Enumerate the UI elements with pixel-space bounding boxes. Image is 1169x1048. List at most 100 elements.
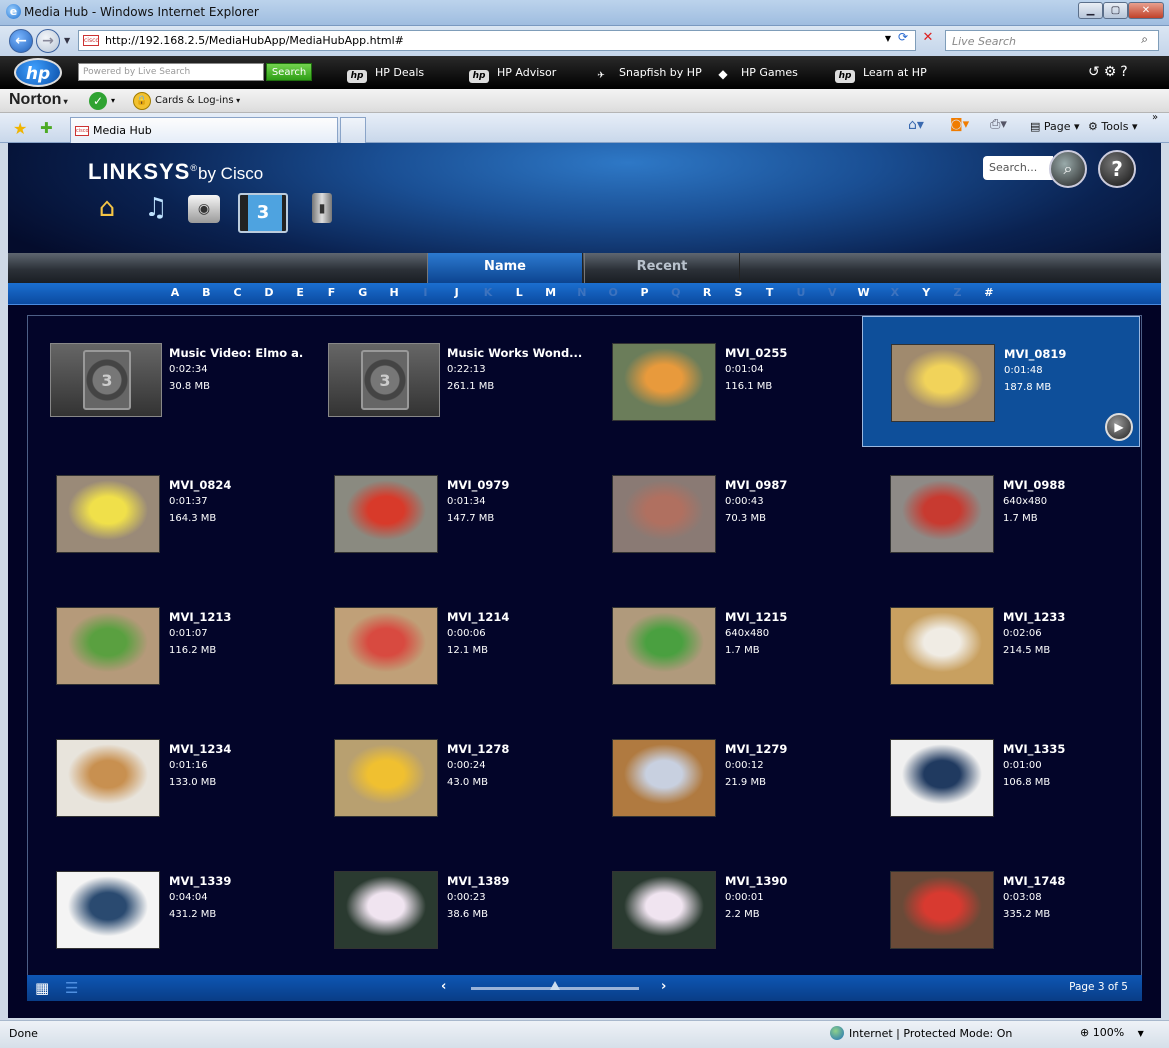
norton-logo[interactable]: Norton ▾ [9, 91, 68, 109]
history-dropdown-icon[interactable]: ▼ [64, 36, 70, 45]
norton-check-dropdown-icon[interactable]: ▾ [111, 96, 115, 105]
video-thumbnail[interactable] [890, 739, 994, 817]
norton-check-icon[interactable]: ✓ [89, 92, 107, 110]
tab-media-hub[interactable]: cisco Media Hub [70, 117, 338, 143]
video-thumbnail[interactable]: 3 [328, 343, 440, 417]
print-icon[interactable]: ⎙▾ [990, 117, 1007, 132]
music-icon[interactable]: ♫ [142, 191, 170, 225]
video-card[interactable]: MVI_1234 0:01:16 133.0 MB [28, 712, 306, 843]
letter-filter-b[interactable]: B [196, 286, 216, 299]
minimize-button[interactable]: ▁ [1078, 2, 1103, 19]
video-thumbnail[interactable] [334, 607, 438, 685]
add-favorite-icon[interactable]: ✚ [40, 119, 53, 137]
live-search-input[interactable]: Live Search ⌕ [945, 30, 1159, 51]
home-icon[interactable]: ⌂▾ [908, 117, 924, 133]
letter-filter-p[interactable]: P [635, 286, 655, 299]
hp-toolbar-settings-icon[interactable]: ↺⚙? [1088, 64, 1132, 80]
letter-filter-r[interactable]: R [697, 286, 717, 299]
cards-logins-button[interactable]: 🔒 Cards & Log-ins ▾ [133, 92, 240, 110]
video-card[interactable]: MVI_0979 0:01:34 147.7 MB [306, 448, 584, 579]
video-card[interactable]: MVI_0824 0:01:37 164.3 MB [28, 448, 306, 579]
letter-filter-m[interactable]: M [541, 286, 561, 299]
help-icon[interactable]: ? [1098, 150, 1136, 188]
back-button[interactable]: ← [9, 29, 33, 53]
grid-view-icon[interactable]: ▦ [35, 979, 49, 997]
maximize-button[interactable]: ▢ [1103, 2, 1128, 19]
letter-filter-h[interactable]: H [384, 286, 404, 299]
security-zone[interactable]: Internet | Protected Mode: On [830, 1026, 1012, 1040]
forward-button[interactable]: → [36, 29, 60, 53]
letter-filter-j[interactable]: J [447, 286, 467, 299]
search-input[interactable]: Search... [983, 156, 1053, 180]
hp-games-link[interactable]: ◆ HP Games [713, 66, 798, 81]
letter-filter-c[interactable]: C [228, 286, 248, 299]
video-thumbnail[interactable] [890, 607, 994, 685]
video-thumbnail[interactable] [612, 739, 716, 817]
search-icon[interactable]: ⌕ [1049, 150, 1087, 188]
video-card[interactable]: MVI_1748 0:03:08 335.2 MB [862, 844, 1140, 975]
hp-search-input[interactable]: Powered by Live Search [78, 63, 264, 81]
play-icon[interactable]: ▶ [1105, 413, 1133, 441]
video-card[interactable]: 3 Music Works Wond... 0:22:13 261.1 MB [306, 316, 584, 447]
close-button[interactable]: ✕ [1128, 2, 1164, 19]
video-thumbnail[interactable] [612, 475, 716, 553]
rss-feed-icon[interactable]: ◙▾ [950, 117, 969, 132]
url-dropdown-icon[interactable]: ▼ [885, 34, 891, 43]
page-slider[interactable] [471, 981, 639, 990]
tools-menu[interactable]: ⚙ Tools ▾ [1088, 120, 1138, 133]
video-card[interactable]: MVI_1278 0:00:24 43.0 MB [306, 712, 584, 843]
video-thumbnail[interactable] [890, 475, 994, 553]
video-thumbnail[interactable] [56, 739, 160, 817]
search-icon[interactable]: ⌕ [1141, 32, 1148, 47]
video-card[interactable]: MVI_1339 0:04:04 431.2 MB [28, 844, 306, 975]
letter-filter-t[interactable]: T [760, 286, 780, 299]
list-view-icon[interactable]: ☰ [65, 979, 78, 997]
hp-logo-icon[interactable]: hp [14, 58, 62, 87]
zoom-level[interactable]: ⊕ 100% ▼ [1080, 1026, 1144, 1039]
video-thumbnail[interactable]: 3 [50, 343, 162, 417]
tab-name[interactable]: Name [427, 253, 583, 283]
home-icon[interactable]: ⌂ [92, 191, 122, 225]
hp-search-button[interactable]: Search [266, 63, 312, 81]
next-page-icon[interactable]: › [661, 979, 666, 994]
video-card[interactable]: MVI_1279 0:00:12 21.9 MB [584, 712, 862, 843]
photos-icon[interactable]: ◉ [188, 195, 220, 223]
video-card[interactable]: MVI_1335 0:01:00 106.8 MB [862, 712, 1140, 843]
video-thumbnail[interactable] [890, 871, 994, 949]
video-thumbnail[interactable] [612, 343, 716, 421]
video-card[interactable]: MVI_0987 0:00:43 70.3 MB [584, 448, 862, 579]
video-thumbnail[interactable] [334, 475, 438, 553]
video-thumbnail[interactable] [891, 344, 995, 422]
devices-icon[interactable]: ▮ [312, 193, 332, 223]
hp-advisor-link[interactable]: hp HP Advisor [469, 66, 556, 83]
video-thumbnail[interactable] [612, 607, 716, 685]
letter-filter-f[interactable]: F [322, 286, 342, 299]
letter-filter-hash[interactable]: # [979, 286, 999, 299]
video-card[interactable]: MVI_1390 0:00:01 2.2 MB [584, 844, 862, 975]
letter-filter-a[interactable]: A [165, 286, 185, 299]
video-thumbnail[interactable] [334, 871, 438, 949]
letter-filter-s[interactable]: S [728, 286, 748, 299]
favorites-star-icon[interactable]: ★ [13, 119, 27, 138]
url-field[interactable]: cisco http://192.168.2.5/MediaHubApp/Med… [78, 30, 916, 51]
previous-page-icon[interactable]: ‹ [441, 979, 446, 994]
slider-thumb[interactable] [550, 981, 560, 990]
tab-recent[interactable]: Recent [584, 253, 740, 283]
video-card[interactable]: MVI_1233 0:02:06 214.5 MB [862, 580, 1140, 711]
videos-icon[interactable]: 3 [238, 193, 288, 233]
page-menu[interactable]: ▤ Page ▾ [1030, 120, 1080, 133]
video-thumbnail[interactable] [334, 739, 438, 817]
letter-filter-y[interactable]: Y [916, 286, 936, 299]
video-card[interactable]: MVI_1214 0:00:06 12.1 MB [306, 580, 584, 711]
video-thumbnail[interactable] [56, 607, 160, 685]
letter-filter-w[interactable]: W [854, 286, 874, 299]
letter-filter-l[interactable]: L [509, 286, 529, 299]
video-card[interactable]: MVI_1215 640x480 1.7 MB [584, 580, 862, 711]
video-thumbnail[interactable] [56, 475, 160, 553]
letter-filter-d[interactable]: D [259, 286, 279, 299]
snapfish-link[interactable]: ✈ Snapfish by HP [591, 66, 701, 83]
letter-filter-g[interactable]: G [353, 286, 373, 299]
video-card[interactable]: MVI_1213 0:01:07 116.2 MB [28, 580, 306, 711]
more-commands-icon[interactable]: » [1152, 112, 1158, 123]
video-thumbnail[interactable] [612, 871, 716, 949]
